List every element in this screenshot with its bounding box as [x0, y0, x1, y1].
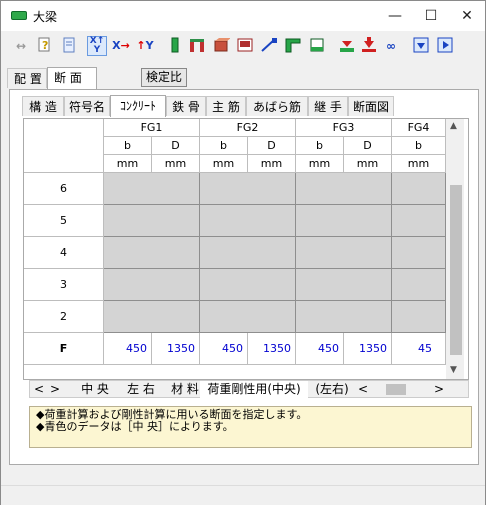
title-bar: 大梁 — ☐ ✕	[1, 1, 485, 31]
tab-tekkotsu[interactable]: 鉄 骨	[166, 96, 206, 116]
unit-header: mm	[392, 155, 446, 173]
grid-corner	[24, 119, 104, 173]
sheet-tab-kaju-sayu[interactable]: (左右)	[310, 381, 354, 398]
value-cell[interactable]: 1350	[152, 333, 200, 365]
tab-concrete[interactable]: ｺﾝｸﾘｰﾄ	[110, 95, 166, 117]
sub-header-d: D	[344, 137, 392, 155]
section-grid: FG1 FG2 FG3 FG4 b D b D b D b mm mm mm m…	[23, 118, 469, 380]
sub-header-d: D	[152, 137, 200, 155]
sheet-prev-icon[interactable]: <	[34, 381, 44, 398]
tab-tsugite[interactable]: 継 手	[308, 96, 348, 116]
row-label-2: 2	[24, 301, 104, 333]
section-panel: 構 造 符号名 ｺﾝｸﾘｰﾄ 鉄 骨 主 筋 あばら筋 継 手 断面図 FG1 …	[9, 89, 479, 465]
group-header-fg4: FG4	[392, 119, 446, 137]
row-label-5: 5	[24, 205, 104, 237]
unit-header: mm	[344, 155, 392, 173]
tab-kozo[interactable]: 構 造	[22, 96, 64, 116]
unit-header: mm	[200, 155, 248, 173]
grid-line	[104, 204, 446, 205]
panel-icon[interactable]	[235, 36, 255, 56]
wall-icon[interactable]	[307, 36, 327, 56]
swap-xy-icon[interactable]: X↑ Y	[87, 36, 107, 56]
scrollbar-thumb[interactable]	[450, 185, 462, 355]
sheet-tab-chuo[interactable]: 中 央	[72, 381, 118, 398]
toolbar: ↔ ? X↑ Y X→ ↑Y ∞	[1, 32, 485, 62]
close-button[interactable]: ✕	[449, 1, 485, 31]
disabled-cells-fg2	[200, 173, 296, 333]
unit-header: mm	[104, 155, 152, 173]
tab-shukin[interactable]: 主 筋	[206, 96, 246, 116]
value-cell[interactable]: 1350	[248, 333, 296, 365]
sub-header-d: D	[248, 137, 296, 155]
horizontal-scrollbar-thumb[interactable]	[386, 384, 406, 395]
tab-fugomei[interactable]: 符号名	[64, 96, 110, 116]
hscroll-left-icon[interactable]: <	[358, 381, 368, 398]
minimize-button[interactable]: —	[377, 1, 413, 31]
hscroll-right-icon[interactable]: >	[434, 381, 444, 398]
kentei-button[interactable]: 検定比	[141, 68, 187, 87]
main-window: 大梁 — ☐ ✕ ↔ ? X↑ Y X→ ↑Y ∞ 配 置 断 面 検定比 構 …	[0, 0, 486, 505]
sheet-tab-sayu[interactable]: 左 右	[120, 381, 162, 398]
unit-header: mm	[248, 155, 296, 173]
disabled-cells-fg4	[392, 173, 446, 333]
vertical-scrollbar[interactable]: ▲ ▼	[446, 119, 464, 379]
value-cell[interactable]: 1350	[344, 333, 392, 365]
unit-header: mm	[152, 155, 200, 173]
box-icon[interactable]	[211, 36, 231, 56]
scroll-down-icon[interactable]: ▼	[450, 365, 457, 375]
value-cell[interactable]: 45	[392, 333, 446, 365]
message-box: ◆荷重計算および剛性計算に用いる断面を指定します。 ◆青色のデータは［中 央］に…	[29, 406, 472, 448]
column-icon[interactable]	[165, 36, 185, 56]
sub-header-b: b	[392, 137, 446, 155]
row-label-f: F	[24, 333, 104, 365]
x-arrow-icon[interactable]: X→	[111, 36, 131, 56]
value-cell[interactable]: 450	[104, 333, 152, 365]
message-line: ◆青色のデータは［中 央］によります。	[36, 420, 234, 433]
status-bar	[1, 485, 485, 505]
sheet-tab-kaju-chuo[interactable]: 荷重剛性用(中央)	[200, 381, 308, 398]
link-icon[interactable]: ↔	[11, 36, 31, 56]
unit-header: mm	[296, 155, 344, 173]
load-arrow-icon[interactable]	[337, 36, 357, 56]
tab-danmen[interactable]: 断 面	[47, 67, 97, 89]
window-title: 大梁	[33, 10, 58, 24]
sub-header-b: b	[296, 137, 344, 155]
row-label-3: 3	[24, 269, 104, 301]
scroll-up-icon[interactable]: ▲	[450, 121, 457, 131]
row-label-4: 4	[24, 237, 104, 269]
group-header-fg3: FG3	[296, 119, 392, 137]
y-arrow-icon[interactable]: ↑Y	[135, 36, 155, 56]
svg-text:?: ?	[42, 39, 48, 52]
beam-app-icon	[11, 11, 27, 20]
grid-line	[104, 268, 446, 269]
chain-icon[interactable]: ∞	[381, 36, 401, 56]
help-icon[interactable]: ?	[35, 36, 55, 56]
value-cell[interactable]: 450	[200, 333, 248, 365]
group-header-fg1: FG1	[104, 119, 200, 137]
disabled-cells-fg1	[104, 173, 200, 333]
tab-haichi[interactable]: 配 置	[7, 68, 47, 88]
import-icon[interactable]	[411, 36, 431, 56]
disabled-cells-fg3	[296, 173, 392, 333]
frame-icon[interactable]	[187, 36, 207, 56]
row-label-6: 6	[24, 173, 104, 205]
corner-icon[interactable]	[283, 36, 303, 56]
tab-abarakin[interactable]: あばら筋	[246, 96, 308, 116]
sheet-next-icon[interactable]: >	[50, 381, 60, 398]
arrow-down-icon[interactable]	[359, 36, 379, 56]
group-header-fg2: FG2	[200, 119, 296, 137]
maximize-button[interactable]: ☐	[413, 1, 449, 31]
grid-line	[104, 300, 446, 301]
tab-danmenzu[interactable]: 断面図	[348, 96, 394, 116]
export-icon[interactable]	[435, 36, 455, 56]
grid-line	[104, 236, 446, 237]
sheet-tab-bar: < > 中 央 左 右 材 料 荷重剛性用(中央) (左右) < >	[29, 380, 469, 398]
document-icon[interactable]	[59, 36, 79, 56]
value-cell[interactable]: 450	[296, 333, 344, 365]
sub-header-b: b	[200, 137, 248, 155]
beam-icon[interactable]	[259, 36, 279, 56]
sub-header-b: b	[104, 137, 152, 155]
